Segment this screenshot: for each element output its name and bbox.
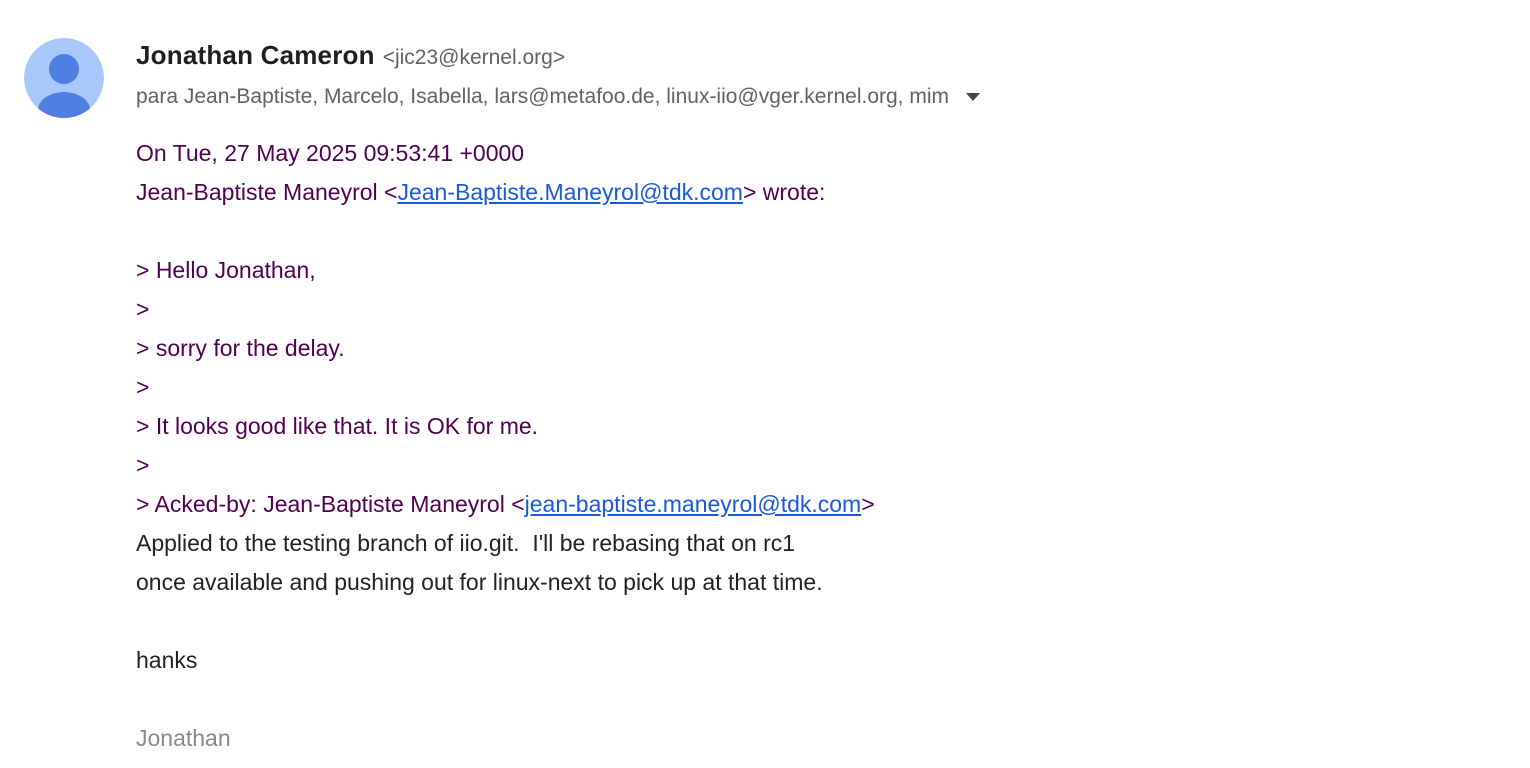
attribution-date: On Tue, 27 May 2025 09:53:41 +0000: [136, 140, 525, 166]
quoted-line: >: [136, 296, 150, 322]
quoted-line: > It looks good like that. It is OK for …: [136, 413, 539, 439]
person-avatar-icon[interactable]: [24, 38, 104, 118]
recipients-list: para Jean-Baptiste, Marcelo, Isabella, l…: [136, 85, 949, 108]
acked-by-line: > Acked-by: Jean-Baptiste Maneyrol <jean…: [136, 485, 1496, 524]
attribution-line: Jean-Baptiste Maneyrol <Jean-Baptiste.Ma…: [136, 173, 1496, 212]
acked-by-suffix: >: [861, 491, 875, 517]
message-header: Jonathan Cameron <jic23@kernel.org> para…: [136, 40, 1490, 112]
sender-email: <jic23@kernel.org>: [382, 46, 566, 69]
signature: Jonathan: [136, 725, 231, 751]
attribution-suffix: > wrote:: [742, 179, 826, 205]
caret-down-icon[interactable]: [959, 83, 987, 111]
sender-name[interactable]: Jonathan Cameron: [136, 40, 375, 71]
attribution-email-link[interactable]: Jean-Baptiste.Maneyrol@tdk.com: [397, 179, 743, 205]
quoted-line: >: [136, 374, 150, 400]
reply-line: Applied to the testing branch of iio.git…: [136, 530, 796, 556]
sender-line: Jonathan Cameron <jic23@kernel.org>: [136, 40, 1490, 76]
acked-by-email-link[interactable]: jean-baptiste.maneyrol@tdk.com: [525, 491, 862, 517]
quoted-line: > sorry for the delay.: [136, 335, 345, 361]
reply-line: once available and pushing out for linux…: [136, 569, 823, 595]
recipients-line: para Jean-Baptiste, Marcelo, Isabella, l…: [136, 82, 1490, 112]
attribution-name: Jean-Baptiste Maneyrol <: [136, 179, 398, 205]
message-body: On Tue, 27 May 2025 09:53:41 +0000 Jean-…: [136, 134, 1496, 758]
reply-line: hanks: [136, 647, 198, 673]
quoted-line: > Hello Jonathan,: [136, 257, 316, 283]
acked-by-label: > Acked-by: Jean-Baptiste Maneyrol <: [136, 491, 525, 517]
email-message: Jonathan Cameron <jic23@kernel.org> para…: [0, 0, 1530, 768]
quoted-line: >: [136, 452, 150, 478]
